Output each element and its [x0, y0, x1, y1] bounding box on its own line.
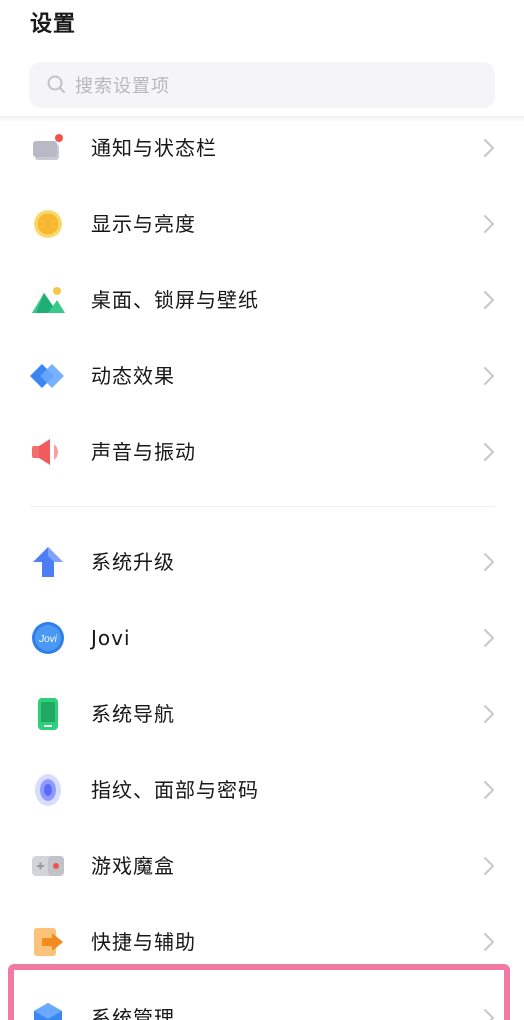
chevron-right-icon [482, 703, 496, 725]
settings-item-display[interactable]: 显示与亮度 [0, 187, 524, 261]
chevron-right-icon [482, 779, 496, 801]
notification-icon [30, 130, 66, 166]
settings-item-jovi[interactable]: Jovi Jovi [0, 601, 524, 675]
sound-icon [30, 434, 66, 470]
wallpaper-icon [30, 282, 66, 318]
jovi-icon-text: Jovi [38, 634, 58, 645]
search-icon [39, 62, 75, 108]
settings-item-label: 系统导航 [91, 702, 175, 726]
settings-item-navigation[interactable]: 系统导航 [0, 677, 524, 751]
settings-item-game-box[interactable]: 游戏魔盒 [0, 829, 524, 903]
chevron-right-icon [482, 137, 496, 159]
settings-item-label: 通知与状态栏 [91, 136, 217, 160]
fingerprint-icon [30, 772, 66, 808]
chevron-right-icon [482, 551, 496, 573]
settings-item-label: 指纹、面部与密码 [91, 778, 259, 802]
settings-item-label: 系统升级 [91, 550, 175, 574]
highlight-box [8, 964, 510, 1020]
chevron-right-icon [482, 213, 496, 235]
chevron-right-icon [482, 627, 496, 649]
chevron-right-icon [482, 441, 496, 463]
settings-screen: 设置 搜索设置项 通知与状态栏 显示与亮度 桌面、锁屏与壁纸 动态效果 声音与振… [0, 0, 524, 1020]
settings-item-label: 动态效果 [91, 364, 175, 388]
settings-item-fingerprint[interactable]: 指纹、面部与密码 [0, 753, 524, 827]
chevron-right-icon [482, 855, 496, 877]
game-box-icon [30, 848, 66, 884]
jovi-icon: Jovi [30, 620, 66, 656]
navigation-icon [30, 696, 66, 732]
settings-item-animation[interactable]: 动态效果 [0, 339, 524, 413]
settings-item-label: 游戏魔盒 [91, 854, 175, 878]
group-divider [30, 506, 494, 507]
settings-item-sound[interactable]: 声音与振动 [0, 415, 524, 489]
settings-item-wallpaper[interactable]: 桌面、锁屏与壁纸 [0, 263, 524, 337]
settings-item-label: 桌面、锁屏与壁纸 [91, 288, 259, 312]
upgrade-icon [30, 544, 66, 580]
settings-item-notifications[interactable]: 通知与状态栏 [0, 111, 524, 185]
animation-icon [30, 358, 66, 394]
chevron-right-icon [482, 289, 496, 311]
settings-item-label: Jovi [91, 626, 131, 650]
page-title: 设置 [30, 12, 77, 37]
brightness-icon [30, 206, 66, 242]
settings-item-label: 声音与振动 [91, 440, 196, 464]
shortcut-icon [30, 924, 66, 960]
settings-item-system-upgrade[interactable]: 系统升级 [0, 525, 524, 599]
settings-item-label: 显示与亮度 [91, 212, 196, 236]
search-bar[interactable]: 搜索设置项 [29, 62, 495, 108]
chevron-right-icon [482, 365, 496, 387]
search-placeholder: 搜索设置项 [75, 76, 170, 97]
chevron-right-icon [482, 931, 496, 953]
